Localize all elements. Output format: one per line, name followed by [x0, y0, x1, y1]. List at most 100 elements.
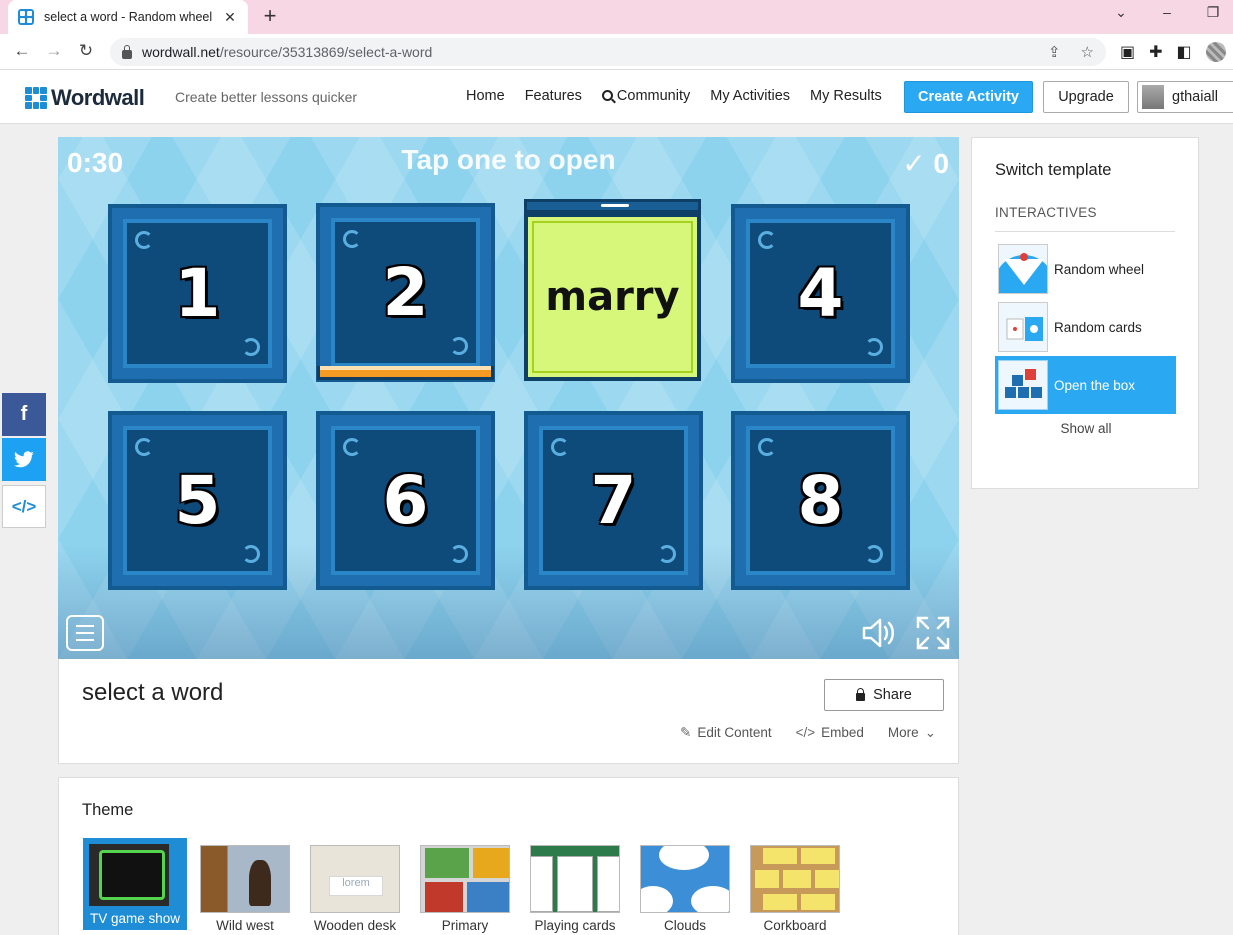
share-label: Share — [873, 687, 912, 703]
theme-wild-west[interactable]: Wild west — [200, 845, 290, 933]
embed-link[interactable]: </> Embed — [796, 725, 864, 741]
username: gthaiall — [1172, 89, 1218, 105]
logo-text: Wordwall — [51, 85, 145, 110]
search-icon — [601, 90, 613, 101]
facebook-share-button[interactable]: f — [2, 393, 46, 436]
more-dropdown[interactable]: More ⌄ — [888, 725, 942, 741]
share-button[interactable]: Share — [824, 679, 944, 711]
box-5[interactable]: 5 — [108, 411, 287, 590]
create-activity-button[interactable]: Create Activity — [904, 81, 1033, 113]
box-8[interactable]: 8 — [731, 411, 910, 590]
code-icon: </> — [11, 496, 37, 516]
tab-close-icon[interactable]: ✕ — [222, 9, 238, 26]
show-all-link[interactable]: Show all — [972, 421, 1200, 436]
nav-my-results[interactable]: My Results — [810, 88, 882, 104]
avatar — [1142, 85, 1164, 109]
wordwall-logo[interactable]: Wordwall — [25, 85, 145, 111]
theme-label: Primary — [441, 918, 489, 933]
minimize-icon[interactable]: – — [1159, 4, 1175, 21]
theme-wooden-desk[interactable]: Wooden desk — [310, 845, 400, 933]
divider — [995, 231, 1175, 232]
wild-west-thumbnail — [200, 845, 290, 913]
activity-title: select a word — [82, 679, 224, 706]
sound-icon[interactable] — [861, 617, 897, 649]
box-3-opened[interactable]: marry — [524, 199, 701, 381]
box-face: 7 — [539, 426, 688, 575]
more-label: More — [887, 725, 919, 740]
box-face: 6 — [331, 426, 480, 575]
user-menu[interactable]: gthaiall — [1137, 81, 1233, 113]
nav-home[interactable]: Home — [466, 88, 505, 104]
edit-content-link[interactable]: ✎ Edit Content — [680, 725, 772, 741]
box-face: 2 — [331, 218, 480, 367]
theme-heading: Theme — [82, 801, 134, 819]
theme-label: Wooden desk — [313, 918, 397, 933]
upgrade-button[interactable]: Upgrade — [1043, 81, 1129, 113]
theme-tv-game-show[interactable]: TV game show — [83, 838, 187, 930]
side-panel-icon[interactable]: ◧ — [1177, 42, 1192, 62]
fullscreen-icon[interactable] — [915, 615, 951, 651]
switch-template-panel: Switch template INTERACTIVES Random whee… — [971, 137, 1199, 489]
tab-search-icon[interactable]: ⌄ — [1113, 4, 1129, 21]
back-icon[interactable]: ← — [12, 41, 32, 61]
url-field[interactable]: wordwall.net/resource/35313869/select-a-… — [110, 38, 1106, 66]
playing-cards-thumbnail — [530, 845, 620, 913]
extension-icon[interactable]: ▣ — [1120, 42, 1135, 62]
box-1[interactable]: 1 — [108, 204, 287, 383]
game-menu-button[interactable] — [66, 615, 104, 651]
box-2[interactable]: 2 — [316, 203, 495, 382]
code-icon: </> — [795, 725, 816, 740]
twitter-share-button[interactable] — [2, 438, 46, 481]
forward-icon[interactable]: → — [44, 41, 64, 61]
template-label: Open the box — [1054, 377, 1136, 393]
main-nav: Home Features Community My Activities My… — [466, 88, 882, 104]
nav-community[interactable]: Community — [601, 88, 690, 104]
curl-ornament-icon — [758, 438, 776, 456]
open-box-lid — [524, 199, 701, 213]
reload-icon[interactable]: ↻ — [76, 41, 96, 61]
theme-playing-cards[interactable]: Playing cards — [530, 845, 620, 933]
padlock-icon — [856, 688, 866, 701]
new-tab-button[interactable]: + — [258, 3, 282, 29]
share-page-icon[interactable]: ⇪ — [1048, 43, 1061, 61]
template-random-cards[interactable]: Random cards — [995, 298, 1176, 356]
bookmark-star-icon[interactable]: ☆ — [1081, 43, 1094, 61]
browser-tab[interactable]: select a word - Random wheel ✕ — [8, 0, 248, 34]
lock-icon[interactable] — [122, 44, 132, 59]
curl-ornament-icon — [135, 231, 153, 249]
theme-corkboard[interactable]: Corkboard — [750, 845, 840, 933]
box-2-lift-edge — [317, 366, 494, 380]
box-number: 8 — [797, 462, 844, 539]
site-header: Wordwall Create better lessons quicker H… — [0, 70, 1233, 124]
theme-label: Corkboard — [763, 918, 827, 933]
box-4[interactable]: 4 — [731, 204, 910, 383]
theme-clouds[interactable]: Clouds — [640, 845, 730, 933]
box-number: 6 — [382, 462, 429, 539]
nav-features[interactable]: Features — [525, 88, 582, 104]
box-7[interactable]: 7 — [524, 411, 703, 590]
box-number: 4 — [797, 255, 844, 332]
revealed-card: marry — [524, 213, 701, 381]
url-host: wordwall.net — [142, 44, 220, 60]
edit-content-label: Edit Content — [697, 725, 772, 740]
nav-my-activities[interactable]: My Activities — [710, 88, 790, 104]
tab-title: select a word - Random wheel — [44, 10, 213, 24]
game-prompt: Tap one to open — [401, 144, 616, 175]
box-6[interactable]: 6 — [316, 411, 495, 590]
theme-label: TV game show — [89, 911, 181, 926]
puzzle-icon[interactable]: ✚ — [1149, 42, 1162, 62]
activity-actions: ✎ Edit Content </> Embed More ⌄ — [680, 725, 942, 741]
profile-avatar-icon[interactable] — [1205, 42, 1226, 62]
restore-icon[interactable]: ❐ — [1205, 4, 1221, 21]
curl-ornament-icon — [450, 337, 468, 355]
open-the-box-icon — [998, 360, 1048, 410]
theme-primary[interactable]: Primary — [420, 845, 510, 933]
template-random-wheel[interactable]: Random wheel — [995, 240, 1176, 298]
url-path: /resource/35313869/select-a-word — [219, 44, 433, 60]
box-number: 2 — [382, 254, 429, 331]
random-cards-icon — [998, 302, 1048, 352]
template-open-the-box[interactable]: Open the box — [995, 356, 1176, 414]
theme-label: Wild west — [216, 918, 274, 933]
embed-share-button[interactable]: </> — [2, 485, 46, 528]
template-category: INTERACTIVES — [995, 205, 1097, 220]
